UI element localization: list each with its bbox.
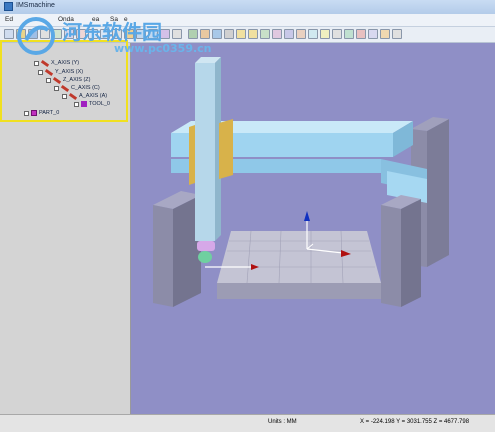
axis-icon [68,92,78,100]
tree-item-label: Z_AXIS (Z) [63,77,91,83]
status-units: Units : MM [268,419,297,425]
grid-icon[interactable] [332,29,342,39]
tree-item-part[interactable]: PART_0 [24,109,59,117]
title-bar: IMSmachine [0,0,495,15]
table-front [217,283,381,299]
visibility-checkbox[interactable] [46,77,51,83]
new-icon[interactable] [4,29,14,39]
tree-item-y-axis[interactable]: Y_AXIS (X) [38,68,83,76]
light-icon[interactable] [320,29,330,39]
axis-icon [60,84,70,92]
tool-tip [198,251,212,263]
window-title: IMSmachine [16,2,55,9]
help-icon[interactable] [392,29,402,39]
visibility-checkbox[interactable] [74,101,79,107]
machine-model [153,57,449,307]
view-side-icon[interactable] [224,29,234,39]
wireframe-icon[interactable] [308,29,318,39]
right-upright-side [401,199,421,307]
slide-block [219,119,233,179]
pan-icon[interactable] [272,29,282,39]
machine-tree-panel: X_AXIS (Y) Y_AXIS (X) Z_AXIS (Z) C_AXIS … [0,43,131,414]
tree-item-tool[interactable]: TOOL_0 [74,100,110,108]
zoom-in-icon[interactable] [236,29,246,39]
slide-block-back [189,125,195,185]
axes-icon[interactable] [344,29,354,39]
column-front [195,63,215,241]
right-upright-front [381,205,401,307]
part-icon [31,110,37,116]
axis-icon [44,68,54,76]
origin-z-axis-arrow [304,211,310,221]
tree-item-label: Y_AXIS (X) [55,69,84,75]
tree-item-label: PART_0 [39,110,60,116]
3d-viewport[interactable] [131,43,495,414]
tree-item-label: A_AXIS (A) [79,93,108,99]
rotate-icon[interactable] [284,29,294,39]
tool-icon [81,101,87,107]
app-icon [4,2,13,11]
status-bar: Units : MM X = -224.198 Y = 3031.755 Z =… [0,414,495,432]
watermark-brand: 河东软件园 [62,20,162,44]
tree-item-label: TOOL_0 [89,101,110,107]
tree-item-a-axis[interactable]: A_AXIS (A) [62,92,107,100]
tree-item-c-axis[interactable]: C_AXIS (C) [54,84,100,92]
tree-item-label: C_AXIS (C) [71,85,100,91]
trace-icon[interactable] [380,29,390,39]
measure-icon[interactable] [368,29,378,39]
collision-icon[interactable] [356,29,366,39]
axis-icon [52,76,62,84]
visibility-checkbox[interactable] [54,85,59,91]
watermark: 河东软件园 www.pc0359.cn [14,14,214,62]
spindle-head [197,241,215,251]
menu-item-1[interactable]: Ed [5,16,13,23]
left-upright-front [153,205,173,307]
shade-icon[interactable] [296,29,306,39]
visibility-checkbox[interactable] [38,69,43,75]
visibility-checkbox[interactable] [62,93,67,99]
right-rear-upright-side [427,119,449,267]
table-top [217,231,381,283]
visibility-checkbox[interactable] [24,110,29,116]
status-coordinates: X = -224.198 Y = 3031.755 Z = 4677.798 [360,419,470,425]
watermark-url: www.pc0359.cn [114,42,212,55]
tree-item-z-axis[interactable]: Z_AXIS (Z) [46,76,91,84]
zoom-out-icon[interactable] [248,29,258,39]
watermark-logo [17,17,55,55]
zoom-fit-icon[interactable] [260,29,270,39]
